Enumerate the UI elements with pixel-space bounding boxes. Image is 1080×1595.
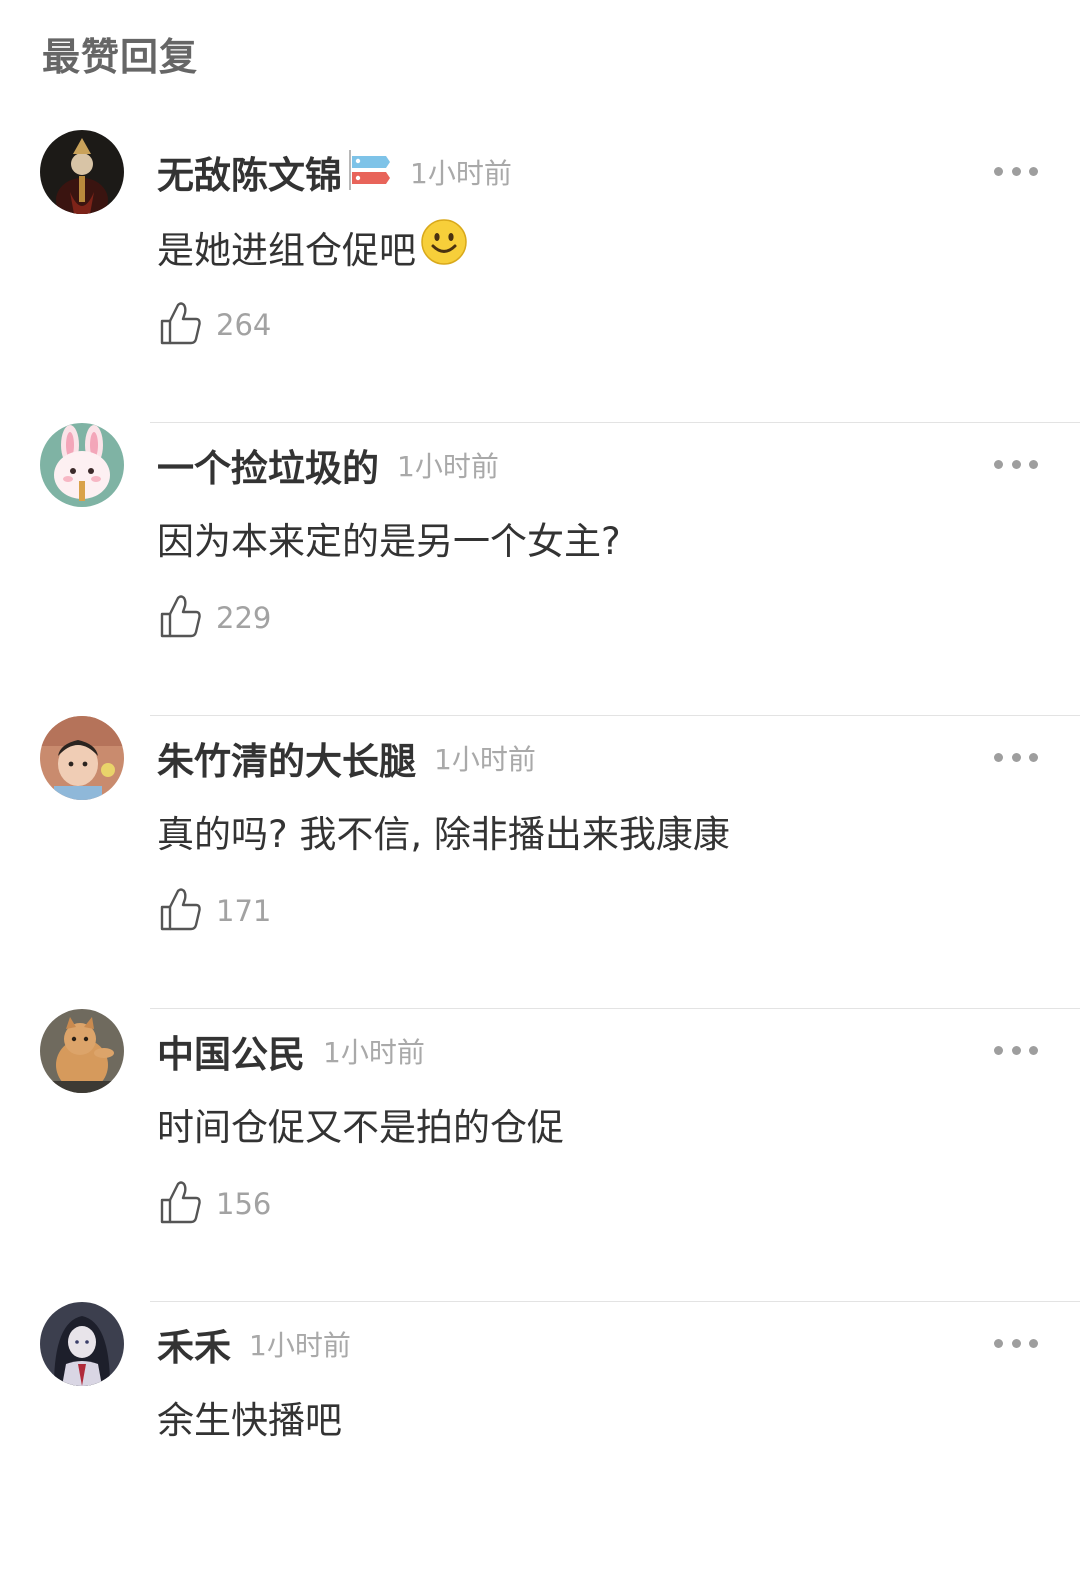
more-dots-icon[interactable] [994, 449, 1038, 479]
comment-item: 无敌陈文锦 1小时前 是她进组仓促吧 264 [0, 130, 1080, 423]
fish-flag-badge-icon [346, 148, 392, 196]
like-count: 229 [216, 601, 272, 635]
timestamp: 1小时前 [410, 157, 512, 190]
more-dots-icon[interactable] [994, 1035, 1038, 1065]
like-count: 171 [216, 894, 272, 928]
comment-item: 禾禾 1小时前 余生快播吧 [0, 1302, 1080, 1595]
avatar[interactable] [40, 1302, 124, 1386]
comment-text-content: 是她进组仓促吧 [157, 228, 416, 272]
username[interactable]: 无敌陈文锦 [157, 145, 342, 199]
comment-text: 余生快播吧 [157, 1399, 342, 1442]
avatar[interactable] [40, 1009, 124, 1093]
username[interactable]: 禾禾 [157, 1317, 231, 1371]
thumbs-up-icon [160, 301, 202, 349]
like-button[interactable]: 229 [160, 593, 271, 643]
username[interactable]: 一个捡垃圾的 [157, 438, 379, 492]
like-button[interactable]: 171 [160, 886, 271, 936]
smile-emoji-icon [420, 218, 468, 275]
username[interactable]: 中国公民 [157, 1024, 305, 1078]
comment-text: 真的吗? 我不信, 除非播出来我康康 [157, 813, 730, 856]
thumbs-up-icon [160, 887, 202, 935]
more-dots-icon[interactable] [994, 1328, 1038, 1358]
like-button[interactable]: 264 [160, 300, 271, 350]
thumbs-up-icon [160, 1180, 202, 1228]
more-dots-icon[interactable] [994, 156, 1038, 186]
comment-text: 时间仓促又不是拍的仓促 [157, 1106, 564, 1149]
timestamp: 1小时前 [434, 743, 536, 776]
like-count: 264 [216, 308, 272, 342]
avatar[interactable] [40, 716, 124, 800]
section-title: 最赞回复 [42, 35, 199, 79]
comment-item: 一个捡垃圾的 1小时前 因为本来定的是另一个女主? 229 [0, 423, 1080, 716]
timestamp: 1小时前 [397, 450, 499, 483]
avatar[interactable] [40, 130, 124, 214]
more-dots-icon[interactable] [994, 742, 1038, 772]
comment-text: 因为本来定的是另一个女主? [157, 520, 621, 563]
comment-item: 朱竹清的大长腿 1小时前 真的吗? 我不信, 除非播出来我康康 171 [0, 716, 1080, 1009]
comment-text: 是她进组仓促吧 [157, 218, 468, 275]
like-button[interactable]: 156 [160, 1179, 271, 1229]
thumbs-up-icon [160, 594, 202, 642]
avatar[interactable] [40, 423, 124, 507]
comment-item: 中国公民 1小时前 时间仓促又不是拍的仓促 156 [0, 1009, 1080, 1302]
like-count: 156 [216, 1187, 272, 1221]
timestamp: 1小时前 [323, 1036, 425, 1069]
username[interactable]: 朱竹清的大长腿 [157, 731, 416, 785]
timestamp: 1小时前 [249, 1329, 351, 1362]
